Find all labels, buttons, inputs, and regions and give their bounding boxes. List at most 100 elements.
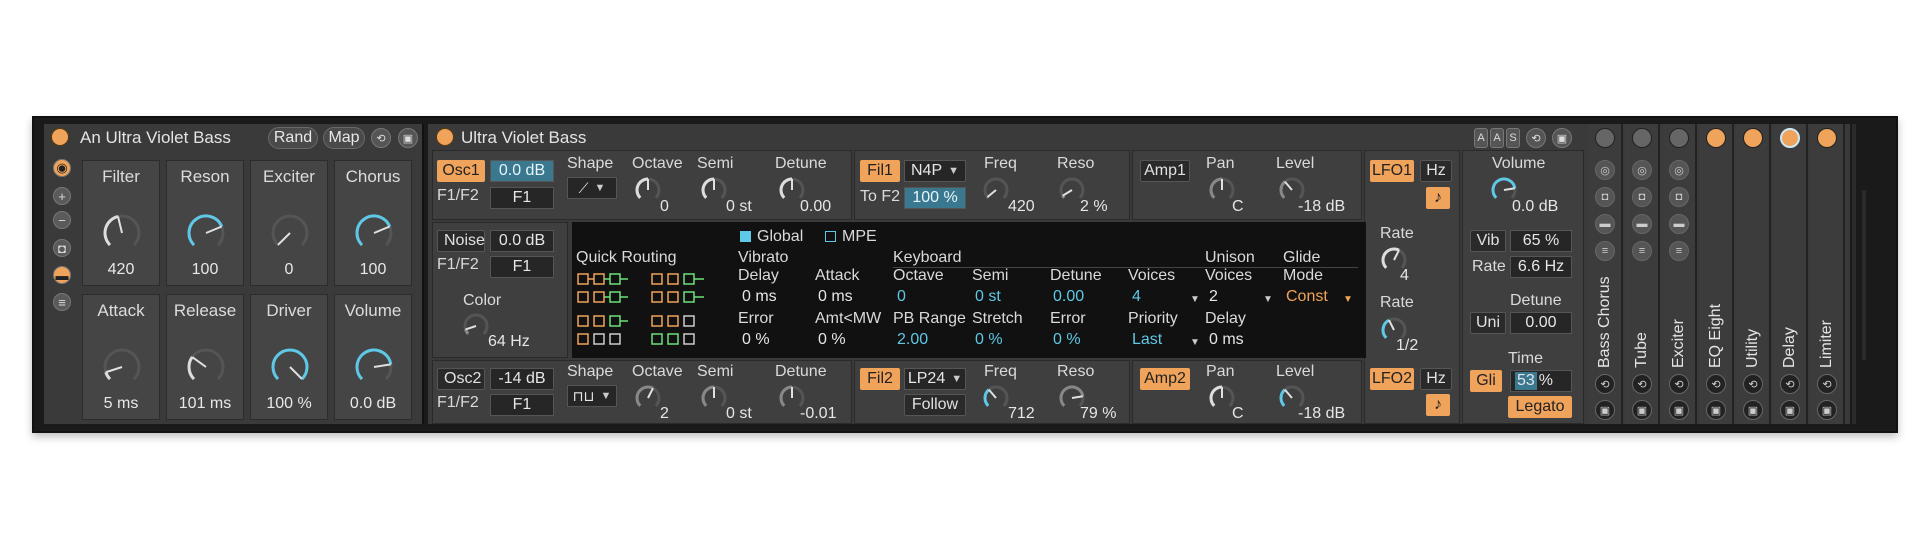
quick-routing-grid[interactable] xyxy=(576,268,726,350)
chain-device-power[interactable] xyxy=(1780,128,1800,148)
amp2-pan-knob[interactable] xyxy=(1208,384,1236,412)
mpe-tab-indicator[interactable] xyxy=(825,231,836,242)
macro-knob[interactable] xyxy=(186,347,226,387)
macro-3[interactable]: Chorus 100 xyxy=(334,160,412,286)
chain-device-power[interactable] xyxy=(1817,128,1837,148)
amp1-level-knob[interactable] xyxy=(1278,176,1306,204)
macro-6[interactable]: Driver 100 % xyxy=(250,294,328,420)
macro-view-icon[interactable]: ▬ xyxy=(1632,214,1652,234)
vib-toggle[interactable]: Vib xyxy=(1470,230,1506,252)
header-icon-a1[interactable]: A xyxy=(1474,128,1488,148)
fil2-reso-knob-wrap[interactable] xyxy=(1058,384,1086,417)
noise-color-knob-wrap[interactable] xyxy=(462,312,490,345)
osc1-detune-knob[interactable] xyxy=(778,176,806,204)
snapshot-icon[interactable]: ◘ xyxy=(1632,187,1652,207)
macro-5[interactable]: Release 101 ms xyxy=(166,294,244,420)
vib-delay-value[interactable]: 0 ms xyxy=(742,288,777,306)
chain-hot-swap-icon[interactable]: ⟲ xyxy=(1595,374,1615,394)
global-tab-indicator[interactable] xyxy=(740,231,751,242)
osc2-octave-knob[interactable] xyxy=(634,384,662,412)
synth-power-button[interactable] xyxy=(436,128,454,146)
lfo2-unit[interactable]: Hz xyxy=(1420,368,1452,390)
macro-4[interactable]: Attack 5 ms xyxy=(82,294,160,420)
macro-knob[interactable] xyxy=(354,213,394,253)
hot-swap-icon[interactable]: ⟲ xyxy=(371,128,391,148)
chain-hot-swap-icon[interactable]: ⟲ xyxy=(1817,374,1837,394)
lfo1-rate-knob[interactable] xyxy=(1380,246,1408,274)
rack-view-icon[interactable]: ◉ xyxy=(53,159,71,177)
header-icon-s[interactable]: S xyxy=(1506,128,1520,148)
fil1-type-select[interactable]: N4P xyxy=(904,160,966,182)
fil1-tof2-value[interactable]: 100 % xyxy=(904,187,966,209)
chain-hot-swap-icon[interactable]: ⟲ xyxy=(1706,374,1726,394)
fil1-freq-knob[interactable] xyxy=(982,176,1010,204)
kb-semi-value[interactable]: 0 st xyxy=(975,288,1001,306)
macro-view-icon[interactable]: ▬ xyxy=(1669,214,1689,234)
osc2-level[interactable]: -14 dB xyxy=(490,368,554,390)
legato-button[interactable]: Legato xyxy=(1508,396,1572,418)
amp1-level-knob-wrap[interactable] xyxy=(1278,176,1306,209)
macro-7[interactable]: Volume 0.0 dB xyxy=(334,294,412,420)
chain-device-power[interactable] xyxy=(1595,128,1615,148)
osc1-octave-knob[interactable] xyxy=(634,176,662,204)
osc1-semi-knob[interactable] xyxy=(700,176,728,204)
kb-octave-value[interactable]: 0 xyxy=(897,288,906,306)
chain-device-power[interactable] xyxy=(1632,128,1652,148)
macro-knob[interactable] xyxy=(186,213,226,253)
unison-voices-value[interactable]: 2 xyxy=(1209,288,1218,306)
remove-macro-icon[interactable]: − xyxy=(53,211,71,229)
fil2-follow-button[interactable]: Follow xyxy=(904,394,966,416)
chain-save-icon[interactable]: ▣ xyxy=(1706,400,1726,420)
kb-voices-value[interactable]: 4 xyxy=(1132,288,1141,306)
macro-1[interactable]: Reson 100 xyxy=(166,160,244,286)
osc2-f1f2-value[interactable]: F1 xyxy=(490,394,554,416)
vib-amtmw-value[interactable]: 0 % xyxy=(818,331,846,349)
macro-knob[interactable] xyxy=(102,347,142,387)
chain-save-icon[interactable]: ▣ xyxy=(1817,400,1837,420)
global-tab[interactable]: Global xyxy=(757,228,803,246)
map-button[interactable]: Map xyxy=(323,127,365,149)
noise-level[interactable]: 0.0 dB xyxy=(490,230,554,252)
vib-error-value[interactable]: 0 % xyxy=(742,331,770,349)
osc1-semi-knob-wrap[interactable] xyxy=(700,176,728,209)
osc1-toggle[interactable]: Osc1 xyxy=(437,160,485,182)
fil2-toggle[interactable]: Fil2 xyxy=(860,368,900,390)
amp2-toggle[interactable]: Amp2 xyxy=(1140,368,1190,390)
macro-2[interactable]: Exciter 0 xyxy=(250,160,328,286)
synth-hot-swap-icon[interactable]: ⟲ xyxy=(1526,128,1546,148)
osc2-detune-knob-wrap[interactable] xyxy=(778,384,806,417)
macro-knob[interactable] xyxy=(354,347,394,387)
fil1-reso-knob[interactable] xyxy=(1058,176,1086,204)
osc2-semi-knob-wrap[interactable] xyxy=(700,384,728,417)
glide-dropdown-icon[interactable]: ▼ xyxy=(1343,294,1353,305)
rand-button[interactable]: Rand xyxy=(268,127,318,149)
macro-knob[interactable] xyxy=(102,213,142,253)
macro-knob[interactable] xyxy=(270,347,310,387)
chain-save-icon[interactable]: ▣ xyxy=(1669,400,1689,420)
vib-value[interactable]: 65 % xyxy=(1510,230,1572,252)
osc1-f1f2-value[interactable]: F1 xyxy=(490,187,554,209)
rack-view-icon[interactable]: ◎ xyxy=(1595,160,1615,180)
header-icon-a2[interactable]: A xyxy=(1490,128,1504,148)
fil1-toggle[interactable]: Fil1 xyxy=(860,160,900,182)
lfo2-rate-knob[interactable] xyxy=(1380,316,1408,344)
kb-stretch-value[interactable]: 0 % xyxy=(975,331,1003,349)
chain-device-power[interactable] xyxy=(1706,128,1726,148)
chain-hot-swap-icon[interactable]: ⟲ xyxy=(1669,374,1689,394)
chain-device-power[interactable] xyxy=(1669,128,1689,148)
voices-dropdown-icon[interactable]: ▼ xyxy=(1190,294,1200,305)
amp1-toggle[interactable]: Amp1 xyxy=(1140,160,1190,182)
fil1-freq-knob-wrap[interactable] xyxy=(982,176,1010,209)
lfo1-toggle[interactable]: LFO1 xyxy=(1370,160,1414,182)
lfo1-sync-note-icon[interactable]: ♪ xyxy=(1426,187,1450,209)
amp2-level-knob[interactable] xyxy=(1278,384,1306,412)
noise-f1f2-value[interactable]: F1 xyxy=(490,256,554,278)
kb-detune-value[interactable]: 0.00 xyxy=(1053,288,1084,306)
macro-view-icon[interactable]: ▬ xyxy=(1595,214,1615,234)
scrollbar[interactable] xyxy=(1862,190,1866,360)
chain-save-icon[interactable]: ▣ xyxy=(1632,400,1652,420)
chain-hot-swap-icon[interactable]: ⟲ xyxy=(1632,374,1652,394)
snapshot-icon[interactable]: ◘ xyxy=(53,239,71,257)
vib-rate-value[interactable]: 6.6 Hz xyxy=(1510,256,1572,278)
chain-save-icon[interactable]: ▣ xyxy=(1780,400,1800,420)
